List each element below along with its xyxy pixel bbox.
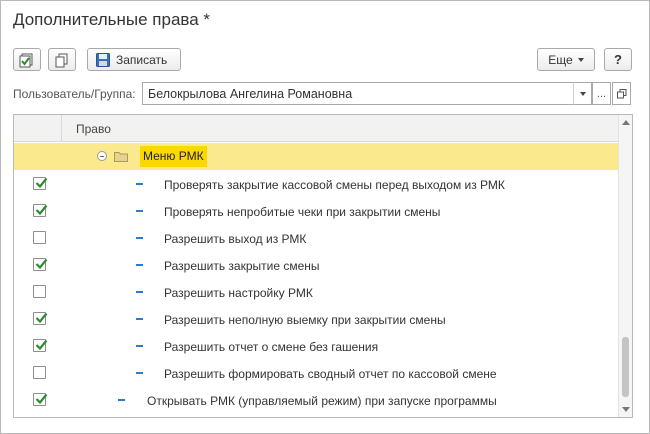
row-checkbox[interactable] <box>33 312 48 325</box>
copy-button[interactable] <box>48 48 76 71</box>
checkmark-icon <box>35 393 48 405</box>
more-button-label: Еще <box>548 52 573 67</box>
copy-icon <box>55 53 68 67</box>
dropdown-arrow-icon <box>577 57 584 62</box>
checkmark-icon <box>35 258 48 270</box>
row-label: Разрешить отчет о смене без гашения <box>164 340 379 354</box>
item-marker-icon <box>136 291 143 293</box>
row-checkbox[interactable] <box>33 366 46 379</box>
item-marker-icon <box>136 318 143 320</box>
table-header: Право <box>14 115 620 142</box>
header-right: Право <box>76 122 111 136</box>
folder-icon <box>114 152 128 162</box>
row-checkbox[interactable] <box>33 204 48 217</box>
row-label: Проверять непробитые чеки при закрытии с… <box>164 205 441 219</box>
row-label: Проверять закрытие кассовой смены перед … <box>164 178 505 192</box>
open-window-icon <box>616 88 626 98</box>
checkmark-icon <box>35 204 48 216</box>
table-row[interactable]: Проверять закрытие кассовой смены перед … <box>14 171 620 198</box>
row-label: Разрешить неполную выемку при закрытии с… <box>164 313 446 327</box>
row-checkbox[interactable] <box>33 339 48 352</box>
vertical-scrollbar[interactable] <box>618 115 632 417</box>
rights-table: Право Меню РМК Проверять закрытие кассов… <box>13 114 633 418</box>
check-list-icon <box>19 53 33 67</box>
save-button-label: Записать <box>116 52 168 67</box>
item-marker-icon <box>136 183 143 185</box>
table-row[interactable]: Открывать РМК (управляемый режим) при за… <box>14 387 620 414</box>
window-title: Дополнительные права * <box>13 10 211 29</box>
row-checkbox[interactable] <box>33 258 48 271</box>
row-label: Открывать РМК (управляемый режим) при за… <box>147 394 497 408</box>
chevron-down-icon <box>579 91 586 96</box>
collapse-icon[interactable] <box>97 151 107 161</box>
table-row[interactable]: Разрешить закрытие смены <box>14 252 620 279</box>
dialog-window: Дополнительные права * Записать Еще ? По… <box>0 0 650 434</box>
folder-row[interactable]: Меню РМК <box>14 143 620 170</box>
row-label: Разрешить формировать сводный отчет по к… <box>164 367 497 381</box>
row-label: Разрешить настройку РМК <box>164 286 313 300</box>
scroll-thumb[interactable] <box>622 337 629 397</box>
checkmark-icon <box>35 177 48 189</box>
item-marker-icon <box>136 345 143 347</box>
folder-label: Меню РМК <box>140 146 207 167</box>
item-marker-icon <box>136 237 143 239</box>
user-group-dropdown-button[interactable] <box>573 82 592 105</box>
floppy-disk-icon <box>96 52 110 67</box>
row-checkbox[interactable] <box>33 393 48 406</box>
header-divider <box>61 115 62 142</box>
row-checkbox[interactable] <box>33 177 48 190</box>
check-all-button[interactable] <box>13 48 41 71</box>
scroll-up-icon[interactable] <box>622 120 630 125</box>
checkmark-icon <box>35 339 48 351</box>
checkmark-icon <box>35 312 48 324</box>
table-row[interactable]: Проверять непробитые чеки при закрытии с… <box>14 198 620 225</box>
user-group-select-button[interactable]: ... <box>592 82 611 105</box>
item-marker-icon <box>136 210 143 212</box>
item-marker-icon <box>136 372 143 374</box>
user-group-open-button[interactable] <box>612 82 631 105</box>
item-marker-icon <box>136 264 143 266</box>
user-group-label: Пользователь/Группа: <box>13 87 136 101</box>
user-group-field[interactable]: Белокрылова Ангелина Романовна <box>142 82 591 105</box>
table-row[interactable]: Разрешить отчет о смене без гашения <box>14 333 620 360</box>
table-row[interactable]: Разрешить выход из РМК <box>14 225 620 252</box>
scroll-down-icon[interactable] <box>622 407 630 412</box>
row-checkbox[interactable] <box>33 285 46 298</box>
row-label: Разрешить закрытие смены <box>164 259 320 273</box>
save-button[interactable]: Записать <box>87 48 181 71</box>
table-row[interactable]: Разрешить неполную выемку при закрытии с… <box>14 306 620 333</box>
table-row[interactable]: Разрешить формировать сводный отчет по к… <box>14 360 620 387</box>
row-checkbox[interactable] <box>33 231 46 244</box>
more-button[interactable]: Еще <box>537 48 595 71</box>
item-marker-icon <box>118 399 125 401</box>
help-button[interactable]: ? <box>604 48 632 71</box>
table-row[interactable]: Разрешить настройку РМК <box>14 279 620 306</box>
row-label: Разрешить выход из РМК <box>164 232 307 246</box>
